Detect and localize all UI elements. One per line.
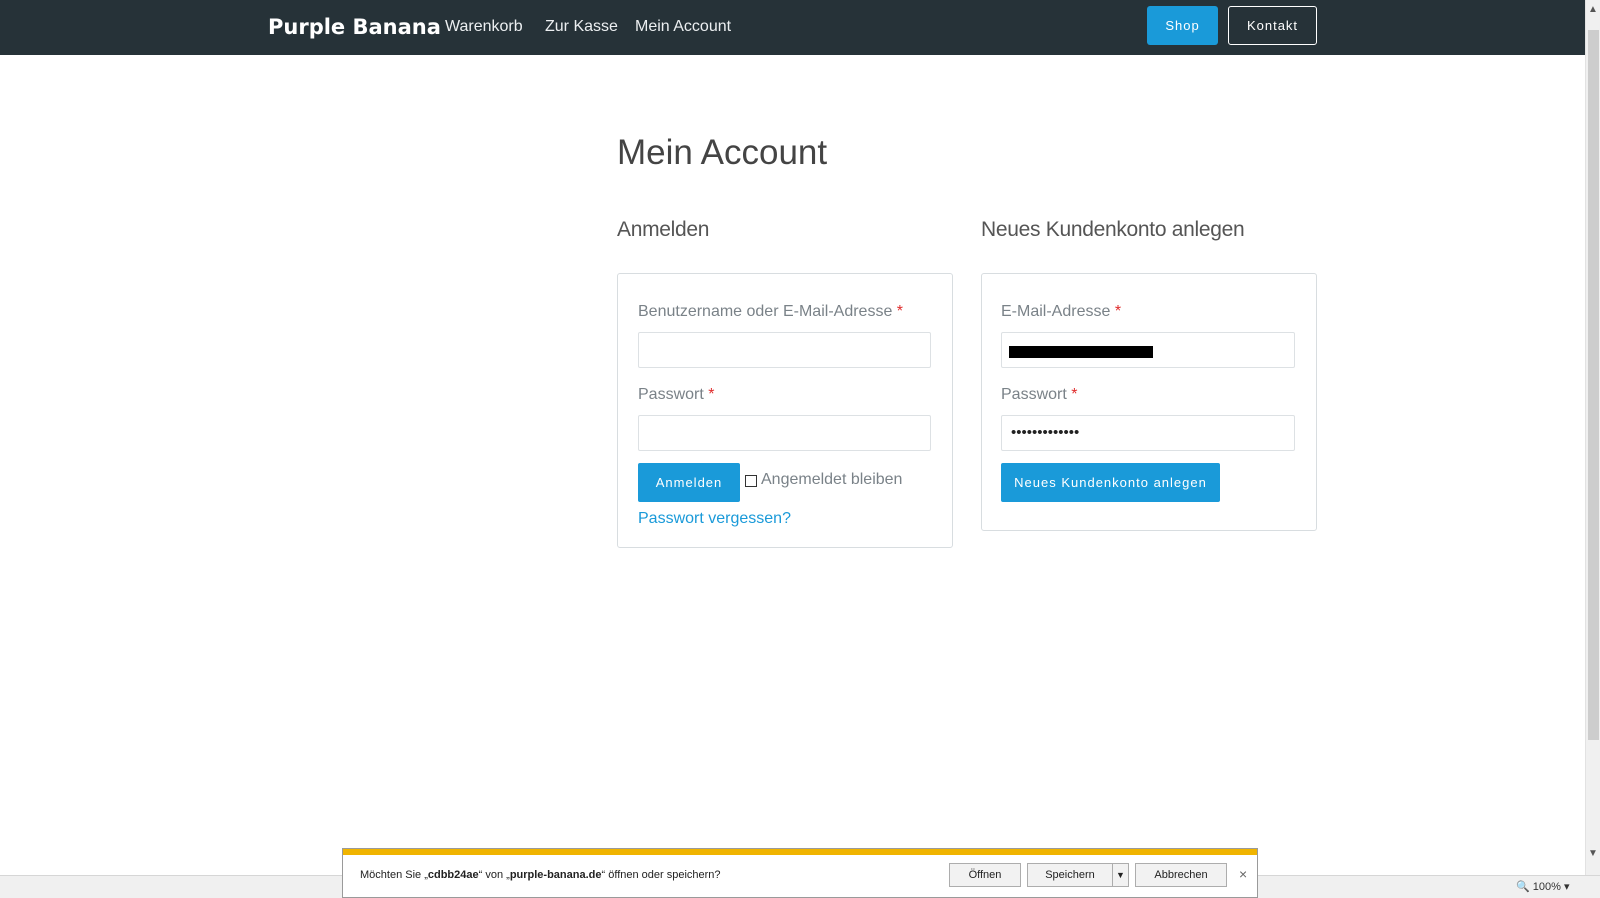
login-password-label: Passwort * <box>638 386 714 404</box>
cancel-button[interactable]: Abbrechen <box>1135 863 1227 887</box>
close-icon[interactable]: × <box>1239 866 1247 882</box>
scroll-up-arrow-icon[interactable]: ▲ <box>1588 4 1598 15</box>
nav-zur-kasse[interactable]: Zur Kasse <box>545 18 618 36</box>
register-password-input[interactable]: ••••••••••••• <box>1001 415 1295 451</box>
page-title: Mein Account <box>617 133 828 172</box>
prompt-prefix: Möchten Sie „ <box>360 869 428 881</box>
remember-me-checkbox[interactable] <box>745 475 757 487</box>
forgot-password-link[interactable]: Passwort vergessen? <box>638 510 791 528</box>
register-card: E-Mail-Adresse * Passwort * ••••••••••••… <box>981 273 1317 531</box>
prompt-suffix: “ öffnen oder speichern? <box>601 869 721 881</box>
register-heading: Neues Kundenkonto anlegen <box>981 218 1245 241</box>
brand-logo[interactable]: Purple Banana <box>268 15 441 39</box>
create-account-button[interactable]: Neues Kundenkonto anlegen <box>1001 463 1220 502</box>
remember-me-label[interactable]: Angemeldet bleiben <box>761 471 902 489</box>
required-mark: * <box>896 303 904 320</box>
redacted-email <box>1009 346 1153 358</box>
required-mark: * <box>1114 303 1122 320</box>
zoom-dropdown-icon[interactable]: ▾ <box>1564 881 1570 893</box>
login-card: Benutzername oder E-Mail-Adresse * Passw… <box>617 273 953 548</box>
required-mark: * <box>708 386 715 403</box>
shop-button[interactable]: Shop <box>1147 6 1218 45</box>
zoom-control[interactable]: 🔍 100% ▾ <box>1516 880 1570 893</box>
scroll-down-arrow-icon[interactable]: ▼ <box>1588 848 1598 859</box>
save-button[interactable]: Speichern <box>1027 863 1113 887</box>
kontakt-button[interactable]: Kontakt <box>1228 6 1317 45</box>
download-notification-bar: Möchten Sie „cdbb24ae“ von „purple-banan… <box>342 848 1258 898</box>
download-file-name: cdbb24ae <box>427 869 479 881</box>
prompt-middle: “ von „ <box>478 869 510 881</box>
login-password-label-text: Passwort <box>638 386 704 403</box>
open-button[interactable]: Öffnen <box>949 863 1021 887</box>
required-mark: * <box>1071 386 1078 403</box>
download-bar-accent <box>343 849 1257 855</box>
username-label-text: Benutzername oder E-Mail-Adresse <box>638 303 893 320</box>
nav-mein-account[interactable]: Mein Account <box>635 18 731 36</box>
zoom-level: 100% <box>1532 881 1561 893</box>
top-navbar: Purple Banana Warenkorb Zur Kasse Mein A… <box>0 0 1585 55</box>
download-site-name: purple-banana.de <box>509 869 602 881</box>
zoom-icon: 🔍 <box>1516 881 1530 893</box>
register-password-label-text: Passwort <box>1001 386 1067 403</box>
username-label: Benutzername oder E-Mail-Adresse * <box>638 303 903 321</box>
vertical-scrollbar[interactable]: ▲ ▼ <box>1585 0 1600 875</box>
save-options-dropdown-icon[interactable]: ▼ <box>1112 863 1129 887</box>
download-prompt: Möchten Sie „cdbb24ae“ von „purple-banan… <box>360 869 721 881</box>
email-label-text: E-Mail-Adresse <box>1001 303 1111 320</box>
login-heading: Anmelden <box>617 218 710 241</box>
username-input[interactable] <box>638 332 931 368</box>
login-button[interactable]: Anmelden <box>638 463 740 502</box>
scrollbar-thumb[interactable] <box>1588 30 1599 740</box>
nav-warenkorb[interactable]: Warenkorb <box>445 18 523 36</box>
password-mask: ••••••••••••• <box>1011 424 1080 441</box>
register-password-label: Passwort * <box>1001 386 1077 404</box>
email-label: E-Mail-Adresse * <box>1001 303 1121 321</box>
login-password-input[interactable] <box>638 415 931 451</box>
email-input[interactable] <box>1001 332 1295 368</box>
